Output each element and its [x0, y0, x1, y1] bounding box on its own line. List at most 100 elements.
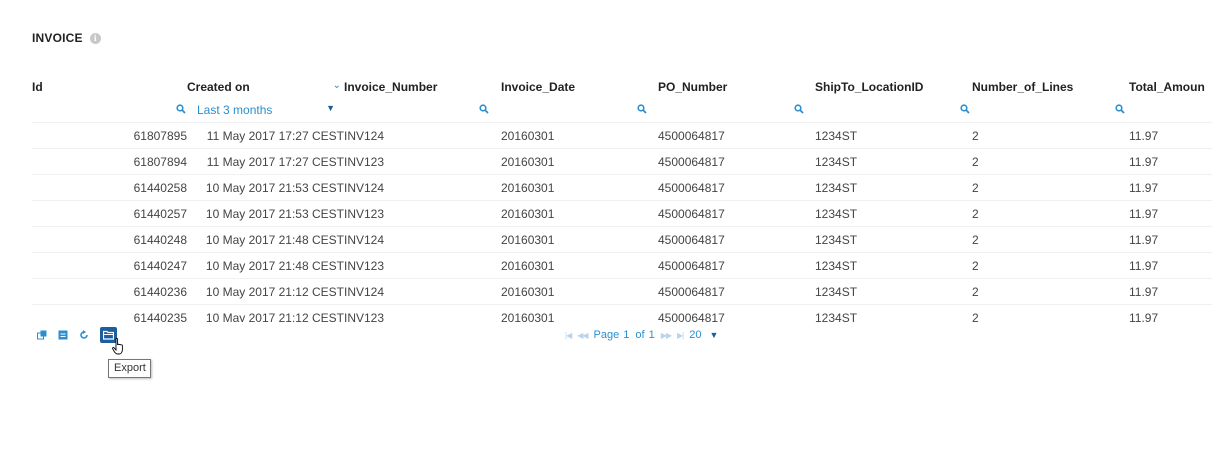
restore-columns-icon[interactable] — [37, 330, 47, 340]
table-row[interactable]: 61440247 10 May 2017 21:48 CEST INV123 2016… — [32, 252, 1212, 279]
cell-po-number: 4500064817 — [658, 174, 815, 201]
of-label: of — [635, 329, 645, 341]
created-on-filter-select[interactable]: Last 3 months ▼ — [197, 103, 337, 117]
page-header: INVOICE i — [32, 31, 101, 45]
search-icon[interactable] — [176, 104, 186, 114]
cell-created-on: 11 May 2017 17:27 CEST — [187, 122, 344, 149]
cell-number-of-lines: 2 — [972, 278, 1129, 305]
cell-id: 61440236 — [32, 278, 187, 305]
cell-number-of-lines: 2 — [972, 304, 1129, 322]
refresh-icon[interactable] — [79, 330, 89, 340]
table-row[interactable]: 61440235 10 May 2017 21:12 CEST INV123 2016… — [32, 304, 1212, 322]
cell-id: 61440235 — [32, 304, 187, 322]
cell-created-on: 10 May 2017 21:53 CEST — [187, 200, 344, 227]
column-header-shipto-location[interactable]: ShipTo_LocationID — [815, 76, 972, 98]
page-title: INVOICE — [32, 31, 83, 45]
info-icon[interactable]: i — [89, 32, 101, 44]
cell-invoice-number: INV123 — [344, 148, 501, 175]
cell-invoice-number: INV123 — [344, 304, 501, 322]
cell-total-amount: 11.97 — [1129, 122, 1212, 149]
cell-id: 61807895 — [32, 122, 187, 149]
cell-total-amount: 11.97 — [1129, 278, 1212, 305]
current-page-input[interactable]: 1 — [623, 329, 629, 341]
created-on-filter-value: Last 3 months — [197, 103, 273, 117]
filter-total-amount[interactable] — [1129, 98, 1212, 122]
filter-row: Last 3 months ▼ — [32, 98, 1212, 123]
column-header-invoice-number[interactable]: Invoice_Number — [344, 76, 501, 98]
column-header-created-on[interactable]: Created on ⌄ — [187, 76, 344, 98]
select-columns-icon[interactable] — [58, 330, 68, 340]
export-tooltip: Export — [108, 359, 151, 378]
search-icon[interactable] — [479, 104, 489, 114]
search-icon[interactable] — [1115, 104, 1125, 114]
cell-invoice-number: INV123 — [344, 200, 501, 227]
page-label: Page — [593, 329, 620, 341]
cell-number-of-lines: 2 — [972, 200, 1129, 227]
chevron-down-icon[interactable]: ▼ — [709, 330, 718, 340]
filter-id[interactable] — [32, 98, 187, 122]
search-icon[interactable] — [637, 104, 647, 114]
total-pages: 1 — [648, 329, 655, 341]
table-row[interactable]: 61807894 11 May 2017 17:27 CEST INV123 2016… — [32, 148, 1212, 175]
hand-cursor-icon — [112, 338, 123, 355]
cell-po-number: 4500064817 — [658, 200, 815, 227]
cell-created-on: 11 May 2017 17:27 CEST — [187, 148, 344, 175]
cell-id: 61440258 — [32, 174, 187, 201]
column-header-id[interactable]: Id — [32, 76, 187, 98]
table-row[interactable]: 61807895 11 May 2017 17:27 CEST INV124 2016… — [32, 122, 1212, 149]
cell-number-of-lines: 2 — [972, 226, 1129, 253]
column-header-total-amount[interactable]: Total_Amoun — [1129, 76, 1212, 98]
cell-invoice-number: INV124 — [344, 174, 501, 201]
column-header-number-of-lines[interactable]: Number_of_Lines — [972, 76, 1129, 98]
table-row[interactable]: 61440236 10 May 2017 21:12 CEST INV124 2016… — [32, 278, 1212, 305]
cell-id: 61440247 — [32, 252, 187, 279]
invoice-grid: Id Created on ⌄ Invoice_Number Invoice_D… — [32, 76, 1212, 322]
last-page-icon[interactable]: ▶| — [677, 331, 684, 340]
pager: |◀ ◀◀ Page 1 of 1 ▶▶ ▶| 20 ▼ — [565, 329, 718, 341]
cell-shipto-location: 1234ST — [815, 200, 972, 227]
table-row[interactable]: 61440257 10 May 2017 21:53 CEST INV123 2016… — [32, 200, 1212, 227]
cell-invoice-date: 20160301 — [501, 252, 658, 279]
cell-shipto-location: 1234ST — [815, 304, 972, 322]
cell-invoice-number: INV124 — [344, 226, 501, 253]
previous-page-icon[interactable]: ◀◀ — [577, 331, 588, 340]
first-page-icon[interactable]: |◀ — [565, 331, 572, 340]
next-page-icon[interactable]: ▶▶ — [661, 331, 672, 340]
cell-invoice-date: 20160301 — [501, 200, 658, 227]
cell-po-number: 4500064817 — [658, 252, 815, 279]
filter-created-on[interactable]: Last 3 months ▼ — [187, 98, 344, 122]
cell-created-on: 10 May 2017 21:48 CEST — [187, 226, 344, 253]
cell-shipto-location: 1234ST — [815, 226, 972, 253]
chevron-down-icon[interactable]: ▼ — [326, 103, 335, 113]
cell-total-amount: 11.97 — [1129, 174, 1212, 201]
cell-invoice-date: 20160301 — [501, 148, 658, 175]
cell-total-amount: 11.97 — [1129, 304, 1212, 322]
table-row[interactable]: 61440258 10 May 2017 21:53 CEST INV124 2016… — [32, 174, 1212, 201]
filter-number-of-lines[interactable] — [972, 98, 1129, 122]
sort-descending-icon[interactable]: ⌄ — [333, 80, 341, 91]
filter-invoice-number[interactable] — [344, 98, 501, 122]
cell-invoice-number: INV124 — [344, 278, 501, 305]
cell-created-on: 10 May 2017 21:12 CEST — [187, 304, 344, 322]
cell-total-amount: 11.97 — [1129, 226, 1212, 253]
filter-po-number[interactable] — [658, 98, 815, 122]
page-size-select[interactable]: 20 — [689, 329, 701, 341]
column-header-invoice-date[interactable]: Invoice_Date — [501, 76, 658, 98]
column-header-po-number[interactable]: PO_Number — [658, 76, 815, 98]
filter-shipto-location[interactable] — [815, 98, 972, 122]
cell-po-number: 4500064817 — [658, 122, 815, 149]
cell-invoice-number: INV124 — [344, 122, 501, 149]
cell-invoice-date: 20160301 — [501, 174, 658, 201]
cell-shipto-location: 1234ST — [815, 252, 972, 279]
search-icon[interactable] — [794, 104, 804, 114]
cell-po-number: 4500064817 — [658, 148, 815, 175]
table-row[interactable]: 61440248 10 May 2017 21:48 CEST INV124 2016… — [32, 226, 1212, 253]
filter-invoice-date[interactable] — [501, 98, 658, 122]
cell-invoice-date: 20160301 — [501, 122, 658, 149]
cell-id: 61807894 — [32, 148, 187, 175]
search-icon[interactable] — [960, 104, 970, 114]
cell-id: 61440257 — [32, 200, 187, 227]
cell-shipto-location: 1234ST — [815, 122, 972, 149]
cell-created-on: 10 May 2017 21:48 CEST — [187, 252, 344, 279]
cell-total-amount: 11.97 — [1129, 200, 1212, 227]
